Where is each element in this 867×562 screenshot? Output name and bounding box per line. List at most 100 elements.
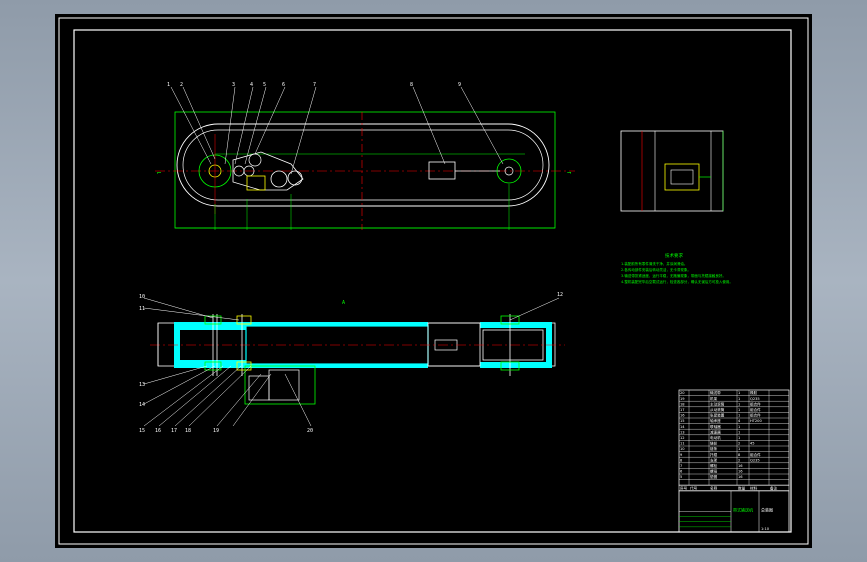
drawing-scale: 1:10 [761,527,770,531]
bom-cell: 主动滚筒 [710,401,725,406]
svg-text:10: 10 [139,294,145,300]
svg-text:15: 15 [139,428,145,434]
view-label-a: A [342,300,345,306]
svg-text:5: 5 [263,82,266,88]
bom-cell: 从动滚筒 [710,407,725,412]
bom-cell: 2 [738,458,740,462]
bom-cell: 16 [738,464,743,468]
svg-text:6: 6 [282,82,285,88]
bom-cell: 7 [680,464,682,468]
svg-text:7: 7 [313,82,316,88]
bom-cell: 电动机 [710,435,721,440]
side-frame [620,130,724,212]
reducer-wheel-b [287,170,303,186]
bom-cell: 14 [680,425,685,429]
technical-notes: 技术要求 1.装配前所有零件清洗干净，并涂润滑油。 2.各传动部件安装后转动灵活… [621,252,733,284]
svg-text:18: 18 [185,428,191,434]
bom-cell: 1 [738,414,740,418]
bom-cell: 8 [680,458,683,462]
bom-cell: 螺母 [710,469,718,474]
bom-header-cell: 序号 [680,485,688,490]
reducer-body [268,369,300,401]
bom-cell: 16 [738,475,743,479]
side-view [620,130,724,212]
note-1: 1.装配前所有零件清洗干净，并涂润滑油。 [621,261,687,266]
bom-cell: 1 [738,425,740,429]
bom-header-cell: 代号 [690,485,698,490]
bom-cell: 组合件 [750,413,761,418]
bom-cell: 5 [680,475,682,479]
side-motor-inner [670,169,694,185]
bom-cell: 4 [738,419,741,423]
top-leader-labels: 1 2 3 4 5 6 7 8 9 [167,82,461,88]
bom-cell: 1 [738,447,740,451]
bom-cell: 组合件 [750,407,761,412]
belt-mid-top [246,322,428,326]
bom-cell: 联轴器 [710,424,721,429]
drawing-title: 带式输送机 [733,506,753,512]
bom-cell: 20 [680,391,685,395]
svg-text:17: 17 [171,428,177,434]
note-2: 2.各传动部件安装后转动灵活，无卡滞现象。 [621,267,691,272]
svg-text:19: 19 [213,428,219,434]
bom-cell: 6 [680,470,683,474]
sprocket-c [248,153,262,167]
bom-cell: 10 [680,447,685,451]
bom-header-cell: 材料 [750,485,758,490]
svg-text:13: 13 [139,382,145,388]
svg-text:1: 1 [167,82,170,88]
belt-section-left [174,322,246,330]
bom-cell: 45 [750,442,755,446]
svg-text:14: 14 [139,402,145,408]
belt-inner [182,129,544,201]
bom-cell: 张紧装置 [710,413,725,418]
bom-cell: 19 [680,397,685,401]
bom-cell: 支架 [710,457,718,462]
bom-cell: 16 [738,470,743,474]
bom-cell: 1 [738,430,740,434]
svg-text:16: 16 [155,428,161,434]
tensioner-block [428,161,456,180]
bom-cell: 8 [738,453,741,457]
reducer-wheel-a [270,170,288,188]
bom-cell: 12 [680,436,685,440]
svg-text:20: 20 [307,428,313,434]
bom-header-cell: 备注 [770,485,778,490]
bom-cell: 18 [680,402,685,406]
bom-frame [678,389,790,486]
bom-cell: 1 [738,408,740,412]
cad-viewport[interactable]: ⌐ ¬ 1 2 3 4 5 6 7 8 9 技术要求 1.装配前所有零件清洗干净… [55,14,812,548]
bom-cell: 1 [738,436,740,440]
note-4: 4.整机装配完毕后空载试运行，检查各部分，确认无误后方可投入使用。 [621,279,733,284]
bom-cell: 机架 [710,396,718,401]
section-mark-right: ¬ [567,169,571,177]
motor-housing [244,365,316,405]
bom-cell: HT200 [750,419,762,423]
svg-text:4: 4 [250,82,253,88]
bom-cell: 链轮 [710,441,718,446]
bom-cell: 1 [738,402,740,406]
bom-cell: 链条 [710,446,718,451]
motor-body [248,375,270,401]
top-leaders [170,86,504,175]
svg-text:11: 11 [139,306,145,312]
top-view: ⌐ ¬ 1 2 3 4 5 6 7 8 9 [155,82,575,230]
belt-right-bottom [480,362,552,368]
bom-cell: 输送带 [710,390,721,395]
bom-cell: 托辊 [710,452,718,457]
bom-cell: Q235 [750,397,760,401]
bom-cell: 13 [680,430,685,434]
bom-cell: 1 [738,397,740,401]
svg-text:2: 2 [180,82,183,88]
drawing-number: 总装图 [761,506,773,512]
bom-header-cell: 数量 [738,485,746,490]
bom-cell: 组合件 [750,401,761,406]
bom-cell: 橡胶 [750,390,758,395]
bom-header-cell: 名称 [710,485,718,490]
bom-cell: 减速器 [710,429,721,434]
svg-text:8: 8 [410,82,413,88]
bom-cell: 轴承座 [710,418,721,423]
bom-cell: 11 [680,442,685,446]
bom-cell: 17 [680,408,685,412]
bom-cell: 垫圈 [710,474,718,479]
